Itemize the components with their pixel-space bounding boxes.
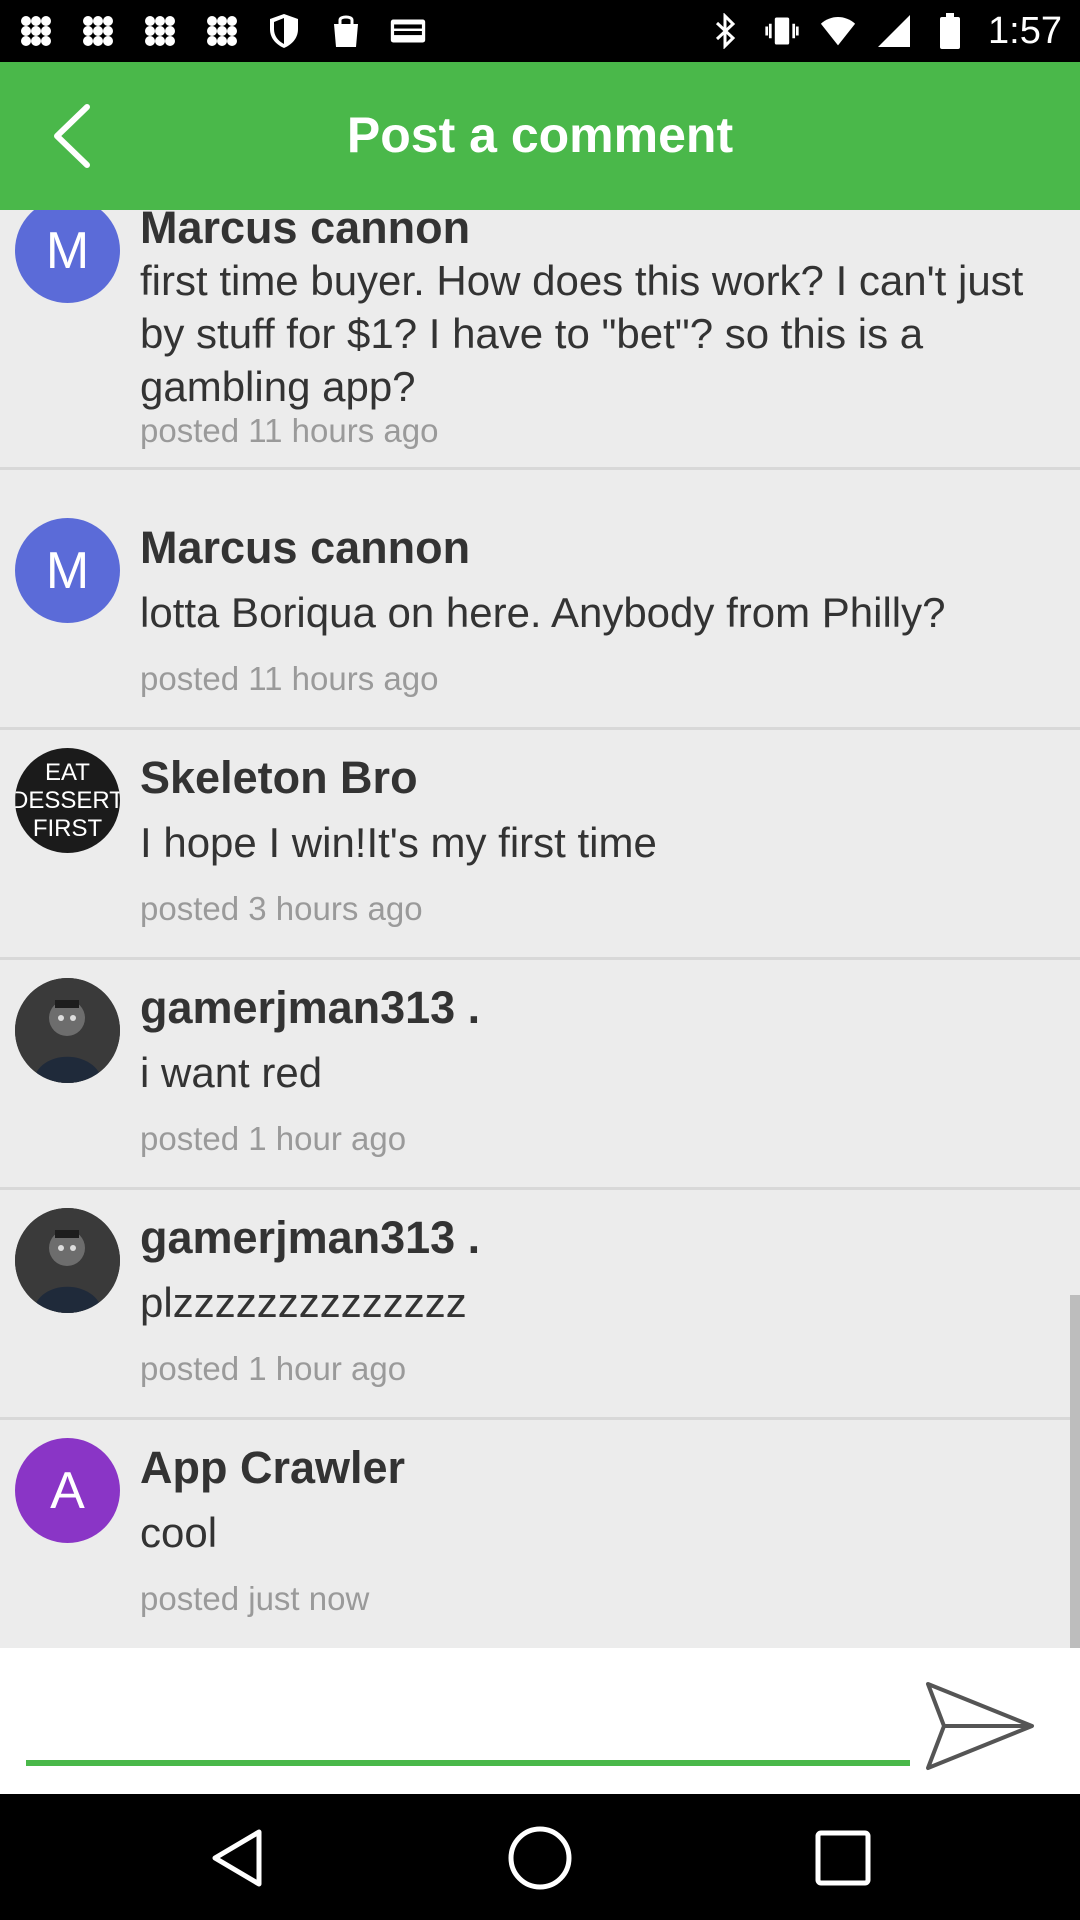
profile-photo-icon (15, 1208, 120, 1313)
send-icon (926, 1682, 1034, 1770)
comment-item: gamerjman313 . plzzzzzzzzzzzzzz posted 1… (0, 1190, 1080, 1420)
comment-timestamp: posted just now (140, 1580, 370, 1617)
comment-author[interactable]: Marcus cannon (140, 210, 470, 254)
app-notification-icon (18, 13, 54, 49)
comment-text: I hope I win!It's my first time (140, 819, 657, 866)
avatar-text-line: DESSERT (15, 786, 120, 814)
comment-composer (0, 1648, 1080, 1794)
comment-timestamp: posted 11 hours ago (140, 412, 439, 449)
vibrate-icon (764, 13, 800, 49)
avatar[interactable]: EAT DESSERT FIRST (15, 748, 120, 853)
comment-text: plzzzzzzzzzzzzzz (140, 1279, 467, 1326)
recents-square-icon (815, 1830, 871, 1886)
wifi-icon (820, 13, 856, 49)
avatar[interactable] (15, 1208, 120, 1313)
comment-item: A App Crawler cool posted just now (0, 1420, 1080, 1648)
comment-author[interactable]: Skeleton Bro (140, 752, 418, 804)
bag-icon (328, 13, 364, 49)
comment-text: first time buyer. How does this work? I … (140, 257, 1024, 410)
clock-time: 1:57 (988, 9, 1062, 52)
system-status-icons: 1:57 (708, 8, 1062, 54)
avatar[interactable]: M (15, 210, 120, 303)
comment-timestamp: posted 3 hours ago (140, 890, 423, 927)
screen: 1:57 Post a comment M Marcus cannon firs… (0, 0, 1080, 1920)
avatar[interactable] (15, 978, 120, 1083)
signal-icon (876, 13, 912, 49)
avatar[interactable]: A (15, 1438, 120, 1543)
comment-item: M Marcus cannon lotta Boriqua on here. A… (0, 500, 1080, 730)
app-notification-icon (80, 13, 116, 49)
comment-timestamp: posted 11 hours ago (140, 660, 439, 697)
comment-author[interactable]: Marcus cannon (140, 522, 470, 574)
nav-home-button[interactable] (500, 1818, 580, 1898)
espn-dallas-icon (390, 13, 426, 49)
app-notification-icon (142, 13, 178, 49)
notification-icons (18, 8, 426, 54)
battery-icon (932, 13, 968, 49)
nav-back-button[interactable] (197, 1818, 277, 1898)
scrollbar[interactable] (1070, 1295, 1080, 1648)
back-triangle-icon (212, 1829, 262, 1887)
shield-icon (266, 13, 302, 49)
comment-timestamp: posted 1 hour ago (140, 1350, 407, 1387)
comment-author[interactable]: App Crawler (140, 1442, 405, 1494)
avatar-initial: M (45, 541, 90, 600)
status-bar: 1:57 (0, 0, 1080, 62)
home-circle-icon (508, 1826, 572, 1890)
comment-author[interactable]: gamerjman313 . (140, 982, 480, 1034)
nav-recents-button[interactable] (803, 1818, 883, 1898)
avatar-text-line: FIRST (32, 814, 103, 842)
avatar-initial: M (45, 221, 90, 280)
page-title: Post a comment (346, 107, 734, 163)
profile-photo-icon (15, 978, 120, 1083)
avatar-initial: A (50, 1461, 85, 1520)
comment-item: EAT DESSERT FIRST Skeleton Bro I hope I … (0, 730, 1080, 960)
comment-input[interactable] (26, 1688, 910, 1754)
send-button[interactable] (924, 1678, 1036, 1774)
input-underline (26, 1760, 910, 1766)
comment-list[interactable]: M Marcus cannon first time buyer. How do… (0, 210, 1080, 1648)
comment-item: gamerjman313 . i want red posted 1 hour … (0, 960, 1080, 1190)
app-notification-icon (204, 13, 240, 49)
comment-timestamp: posted 1 hour ago (140, 1120, 407, 1157)
comment-author[interactable]: gamerjman313 . (140, 1212, 480, 1264)
comment-text: cool (140, 1509, 218, 1556)
bluetooth-icon (708, 13, 744, 49)
navigation-bar (0, 1794, 1080, 1920)
comment-text: lotta Boriqua on here. Anybody from Phil… (140, 589, 946, 636)
comment-text: i want red (140, 1049, 323, 1096)
comment-item: M Marcus cannon first time buyer. How do… (0, 210, 1080, 470)
avatar-text-line: EAT (45, 758, 90, 786)
app-bar: Post a comment (0, 62, 1080, 210)
avatar[interactable]: M (15, 518, 120, 623)
